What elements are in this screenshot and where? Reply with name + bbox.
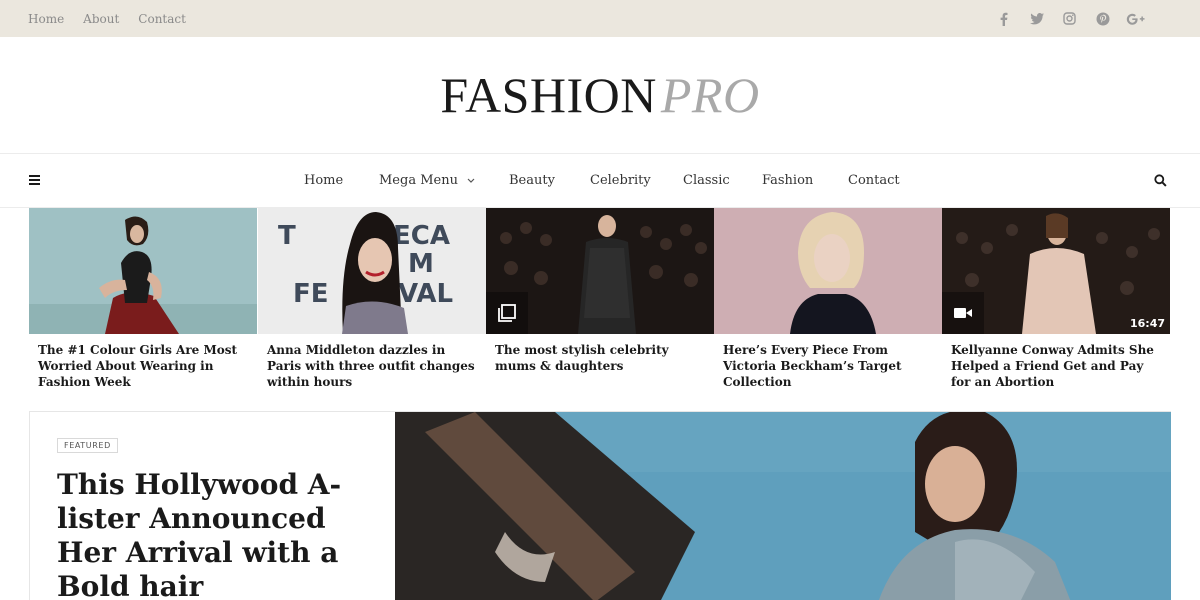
- top-links: Home About Contact: [28, 0, 205, 37]
- post-title[interactable]: Here’s Every Piece From Victoria Beckham…: [714, 334, 942, 390]
- featured-tag[interactable]: FEATURED: [57, 438, 118, 453]
- nav-item-classic[interactable]: Classic: [683, 154, 730, 207]
- nav-item-mega-menu-label: Mega Menu: [379, 173, 458, 188]
- featured-headline[interactable]: This Hollywood A-lister Announced Her Ar…: [57, 468, 377, 600]
- site-logo[interactable]: FASHIONPRO: [440, 70, 759, 120]
- twitter-icon[interactable]: [1020, 12, 1053, 25]
- nav-item-beauty[interactable]: Beauty: [509, 154, 555, 207]
- post-card[interactable]: Here’s Every Piece From Victoria Beckham…: [714, 208, 942, 390]
- pinterest-icon[interactable]: [1086, 12, 1119, 26]
- post-thumbnail[interactable]: [714, 208, 942, 334]
- post-title[interactable]: Anna Middleton dazzles in Paris with thr…: [258, 334, 486, 390]
- main-navigation: Home Mega Menu Beauty Celebrity Classic …: [0, 153, 1200, 208]
- post-card[interactable]: The #1 Colour Girls Are Most Worried Abo…: [29, 208, 257, 390]
- post-title[interactable]: Kellyanne Conway Admits She Helped a Fri…: [942, 334, 1170, 390]
- top-bar: Home About Contact: [0, 0, 1200, 37]
- post-title[interactable]: The most stylish celebrity mums & daught…: [486, 334, 714, 374]
- nav-item-home[interactable]: Home: [304, 154, 343, 207]
- logo-part-accent: PRO: [660, 67, 760, 123]
- nav-item-contact[interactable]: Contact: [848, 154, 900, 207]
- featured-post: FEATURED This Hollywood A-lister Announc…: [29, 411, 1171, 600]
- post-strip: The #1 Colour Girls Are Most Worried Abo…: [29, 208, 1171, 398]
- nav-items: Home Mega Menu Beauty Celebrity Classic …: [0, 154, 1200, 207]
- google-plus-icon[interactable]: [1119, 13, 1152, 25]
- chevron-down-icon: [467, 178, 475, 183]
- nav-item-mega-menu[interactable]: Mega Menu: [379, 154, 475, 207]
- post-card[interactable]: 16:47 Kellyanne Conway Admits She Helped…: [942, 208, 1170, 390]
- top-link-home[interactable]: Home: [28, 12, 64, 26]
- nav-item-celebrity[interactable]: Celebrity: [590, 154, 651, 207]
- post-card[interactable]: T ECA M FE VAL Anna Middleton dazzles in…: [258, 208, 486, 390]
- featured-text: FEATURED This Hollywood A-lister Announc…: [30, 412, 395, 600]
- post-card[interactable]: The most stylish celebrity mums & daught…: [486, 208, 714, 374]
- featured-image[interactable]: [395, 412, 1171, 600]
- nav-item-fashion[interactable]: Fashion: [762, 154, 813, 207]
- post-title[interactable]: The #1 Colour Girls Are Most Worried Abo…: [29, 334, 257, 390]
- search-icon[interactable]: [1154, 174, 1167, 187]
- top-link-about[interactable]: About: [83, 12, 119, 26]
- video-camera-icon: [942, 292, 984, 334]
- sign-letter: FE: [293, 279, 329, 309]
- instagram-icon[interactable]: [1053, 12, 1086, 25]
- social-links: [987, 0, 1152, 37]
- post-thumbnail[interactable]: [29, 208, 257, 334]
- facebook-icon[interactable]: [987, 12, 1020, 26]
- video-duration: 16:47: [1129, 317, 1165, 330]
- sign-letter: M: [408, 249, 434, 279]
- sign-letter: VAL: [398, 279, 453, 309]
- post-thumbnail[interactable]: T ECA M FE VAL: [258, 208, 486, 334]
- logo-part-main: FASHION: [440, 67, 657, 123]
- top-link-contact[interactable]: Contact: [138, 12, 186, 26]
- post-thumbnail[interactable]: [486, 208, 714, 334]
- gallery-icon: [486, 292, 528, 334]
- sign-letter: ECA: [393, 221, 450, 251]
- logo-area: FASHIONPRO: [0, 37, 1200, 153]
- sign-letter: T: [278, 221, 296, 251]
- post-thumbnail[interactable]: 16:47: [942, 208, 1170, 334]
